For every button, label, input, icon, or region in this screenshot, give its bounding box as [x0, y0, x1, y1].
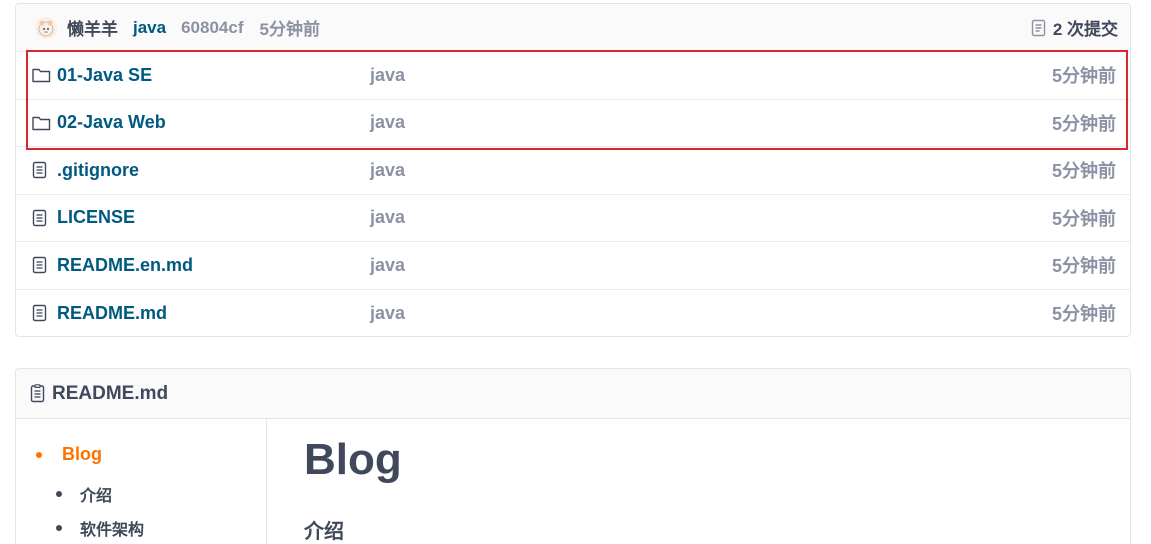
bullet-icon [36, 451, 42, 458]
toc-item-blog[interactable]: Blog [36, 444, 102, 465]
folder-icon [32, 67, 51, 83]
commit-sha[interactable]: 60804cf [181, 18, 243, 38]
sheep-avatar-icon [38, 20, 54, 36]
toc-item-intro[interactable]: 介绍 [56, 482, 112, 506]
readme-toc: Blog 介绍 软件架构 [16, 419, 267, 544]
file-commit-message[interactable]: java [370, 112, 405, 133]
readme-header: README.md [16, 369, 1130, 419]
bullet-icon [56, 525, 62, 531]
file-commit-message[interactable]: java [370, 160, 405, 181]
file-commit-time: 5分钟前 [1051, 66, 1116, 87]
file-name-link[interactable]: .gitignore [57, 160, 139, 181]
commit-time: 5分钟前 [259, 20, 320, 39]
readme-title: README.md [52, 382, 169, 404]
author-avatar[interactable] [35, 16, 57, 39]
file-list-box: 懒羊羊 java 60804cf 5分钟前 2 次提交 01-Java SE j… [15, 3, 1131, 337]
toc-item-label[interactable]: 介绍 [80, 482, 112, 506]
file-name-link[interactable]: 02-Java Web [57, 112, 166, 133]
folder-icon [32, 115, 51, 131]
toc-item-label[interactable]: 软件架构 [80, 516, 144, 540]
file-row-folder[interactable]: 02-Java Web java 5分钟前 [16, 100, 1130, 147]
commit-history-icon [1031, 19, 1047, 37]
toc-item-architecture[interactable]: 软件架构 [56, 516, 144, 540]
file-commit-time: 5分钟前 [1051, 113, 1116, 134]
commit-message[interactable]: java [133, 18, 166, 38]
file-commit-time: 5分钟前 [1051, 304, 1116, 325]
readme-heading: Blog [304, 435, 402, 484]
readme-file-icon [30, 384, 46, 403]
file-icon [32, 209, 48, 227]
readme-box: README.md Blog 介绍 软件架构 Blog 介绍 [15, 368, 1131, 544]
latest-commit-bar: 懒羊羊 java 60804cf 5分钟前 2 次提交 [16, 4, 1130, 52]
file-commit-message[interactable]: java [370, 207, 405, 228]
file-row-file[interactable]: .gitignore java 5分钟前 [16, 147, 1130, 195]
file-row-folder[interactable]: 01-Java SE java 5分钟前 [16, 52, 1130, 100]
file-commit-time: 5分钟前 [1051, 208, 1116, 229]
commit-count-link[interactable]: 2 次提交 [1053, 15, 1118, 40]
file-commit-message[interactable]: java [370, 303, 405, 324]
file-name-link[interactable]: 01-Java SE [57, 65, 152, 86]
file-row-file[interactable]: LICENSE java 5分钟前 [16, 195, 1130, 242]
file-row-file[interactable]: README.md java 5分钟前 [16, 290, 1130, 337]
file-icon [32, 256, 48, 274]
bullet-icon [56, 491, 62, 497]
file-commit-time: 5分钟前 [1051, 161, 1116, 182]
file-name-link[interactable]: LICENSE [57, 207, 135, 228]
file-name-link[interactable]: README.md [57, 303, 167, 324]
file-row-file[interactable]: README.en.md java 5分钟前 [16, 242, 1130, 290]
file-commit-time: 5分钟前 [1051, 256, 1116, 277]
file-commit-message[interactable]: java [370, 65, 405, 86]
file-icon [32, 304, 48, 322]
file-name-link[interactable]: README.en.md [57, 255, 193, 276]
commit-author[interactable]: 懒羊羊 [67, 15, 118, 40]
readme-subheading: 介绍 [304, 521, 344, 543]
file-icon [32, 161, 48, 179]
toc-item-label[interactable]: Blog [62, 444, 102, 465]
file-commit-message[interactable]: java [370, 255, 405, 276]
